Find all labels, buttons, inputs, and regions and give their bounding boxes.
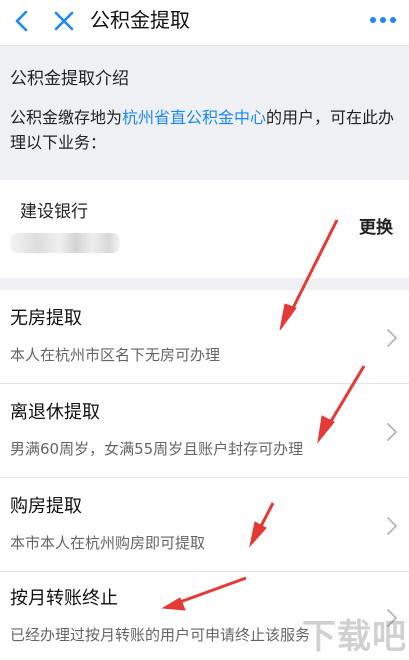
annotation-arrow <box>249 521 267 548</box>
annotation-arrow <box>325 365 366 429</box>
watermark-logo: 下载吧 <box>302 617 407 657</box>
annotation-arrow <box>287 219 339 317</box>
annotation-arrow <box>279 303 297 331</box>
annotation-arrow <box>179 576 247 604</box>
annotation-arrows <box>161 219 366 611</box>
